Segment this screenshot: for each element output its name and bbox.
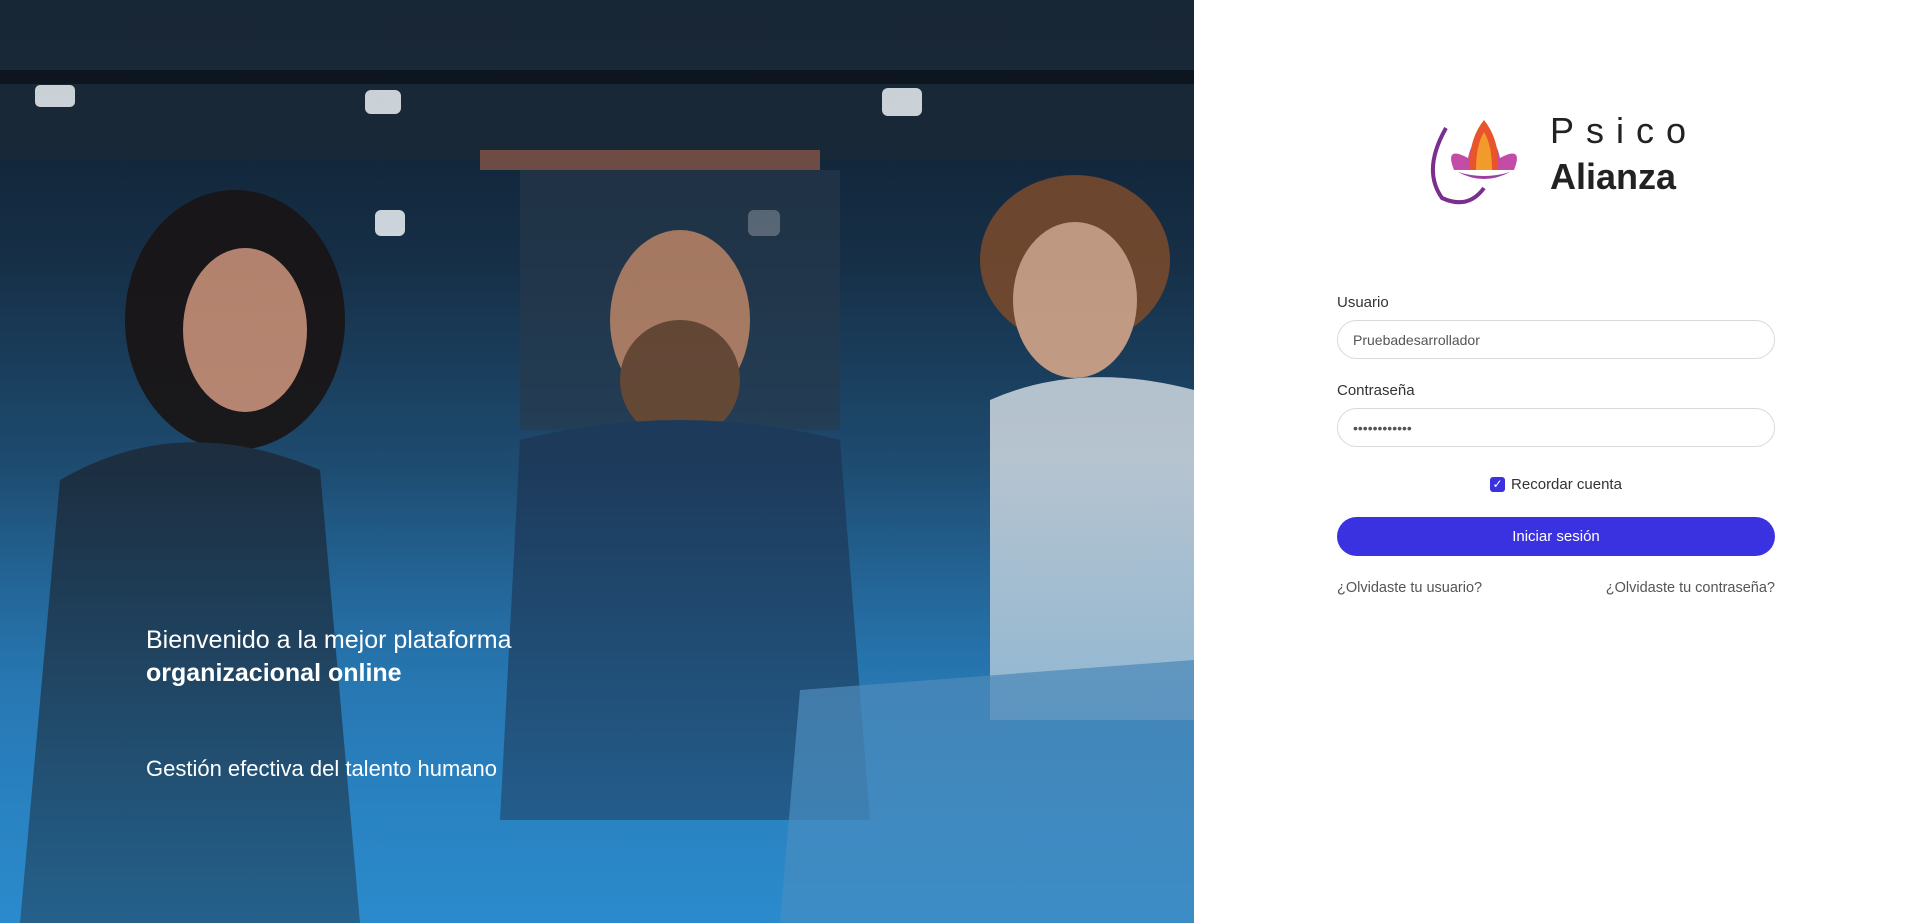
forgot-username-link[interactable]: ¿Olvidaste tu usuario? <box>1337 580 1482 596</box>
remember-label: Recordar cuenta <box>1511 476 1622 493</box>
hero-title-line2: organizacional online <box>146 659 402 687</box>
password-input[interactable] <box>1337 408 1775 447</box>
username-label: Usuario <box>1337 294 1389 311</box>
hero-subtitle: Gestión efectiva del talento humano <box>146 756 498 781</box>
logo-word-alianza: Alianza <box>1550 156 1677 197</box>
hero-title: Bienvenido a la mejor plataforma organiz… <box>146 624 511 690</box>
remember-account[interactable]: ✓ Recordar cuenta <box>1337 476 1775 493</box>
password-field-group: Contraseña <box>1337 382 1775 447</box>
logo-word-psico: Psico <box>1550 110 1699 151</box>
hero-panel: Bienvenido a la mejor plataforma organiz… <box>0 0 1194 923</box>
username-input[interactable] <box>1337 320 1775 359</box>
remember-checkbox[interactable]: ✓ <box>1490 477 1506 492</box>
password-label: Contraseña <box>1337 382 1415 399</box>
login-form: Usuario Contraseña ✓ Recordar cuenta Ini… <box>1337 294 1775 596</box>
hero-title-line1: Bienvenido a la mejor plataforma <box>146 626 512 654</box>
brand-logo: Psico Alianza <box>1424 100 1704 210</box>
login-button[interactable]: Iniciar sesión <box>1337 517 1775 556</box>
forgot-password-link[interactable]: ¿Olvidaste tu contraseña? <box>1606 580 1775 596</box>
username-field-group: Usuario <box>1337 294 1775 359</box>
recovery-links: ¿Olvidaste tu usuario? ¿Olvidaste tu con… <box>1337 580 1775 596</box>
lotus-icon <box>1430 120 1517 205</box>
